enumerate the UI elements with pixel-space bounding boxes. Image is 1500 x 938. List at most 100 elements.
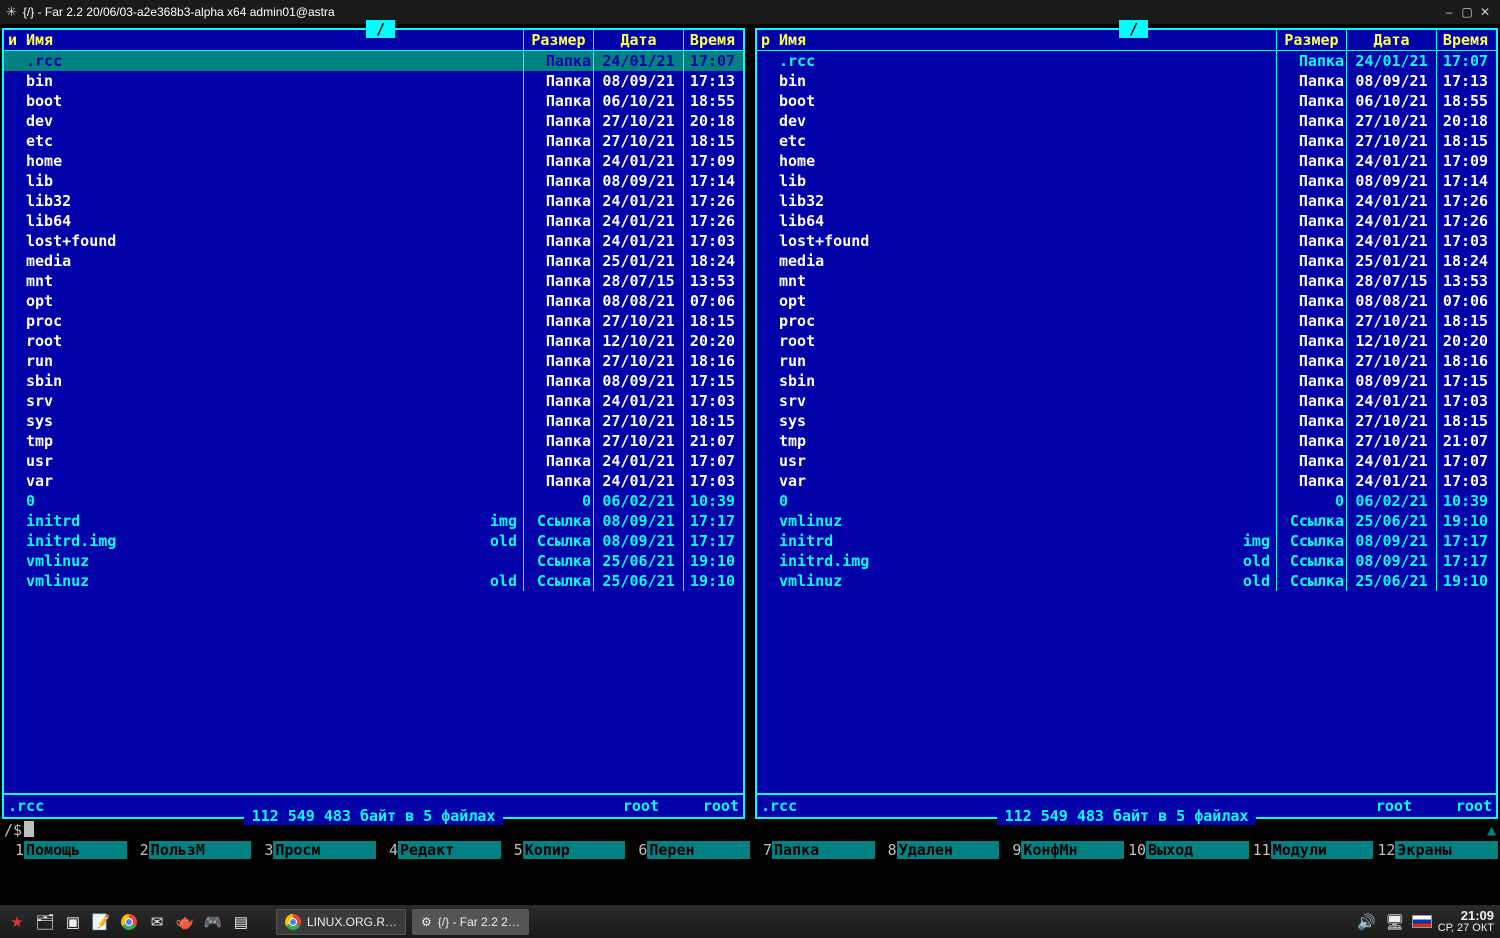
keybar-f3[interactable]: 3Просм bbox=[251, 841, 376, 859]
file-row[interactable]: binПапка08/09/2117:13 bbox=[4, 71, 743, 91]
file-row[interactable]: etcПапка27/10/2118:15 bbox=[4, 131, 743, 151]
file-row[interactable]: lib32Папка24/01/2117:26 bbox=[757, 191, 1496, 211]
keybar-f9[interactable]: 9КонфМн bbox=[999, 841, 1124, 859]
file-row[interactable]: procПапка27/10/2118:15 bbox=[757, 311, 1496, 331]
sort-indicator[interactable]: и bbox=[6, 30, 24, 50]
mail-icon[interactable]: ✉ bbox=[146, 911, 168, 933]
file-row[interactable]: varПапка24/01/2117:03 bbox=[757, 471, 1496, 491]
file-row[interactable]: initrdimgСсылка08/09/2117:17 bbox=[4, 511, 743, 531]
file-row[interactable]: mediaПапка25/01/2118:24 bbox=[757, 251, 1496, 271]
terminal-icon[interactable]: ▣ bbox=[62, 911, 84, 933]
keybar-f11[interactable]: 11Модули bbox=[1249, 841, 1374, 859]
file-row[interactable]: lib64Папка24/01/2117:26 bbox=[4, 211, 743, 231]
file-row[interactable]: srvПапка24/01/2117:03 bbox=[757, 391, 1496, 411]
file-row[interactable]: srvПапка24/01/2117:03 bbox=[4, 391, 743, 411]
close-button[interactable]: ✕ bbox=[1476, 5, 1494, 19]
keybar-f8[interactable]: 8Удален bbox=[875, 841, 1000, 859]
file-row[interactable]: libПапка08/09/2117:14 bbox=[757, 171, 1496, 191]
keybar-f7[interactable]: 7Папка bbox=[750, 841, 875, 859]
file-row[interactable]: procПапка27/10/2118:15 bbox=[4, 311, 743, 331]
right-panel-path[interactable]: / bbox=[1119, 20, 1148, 38]
file-row[interactable]: optПапка08/08/2107:06 bbox=[757, 291, 1496, 311]
file-row[interactable]: bootПапка06/10/2118:55 bbox=[4, 91, 743, 111]
col-name-header[interactable]: Имя bbox=[777, 30, 1276, 50]
taskbar-item-browser[interactable]: LINUX.ORG.R… bbox=[276, 909, 406, 935]
sort-indicator[interactable]: p bbox=[759, 30, 777, 50]
file-row[interactable]: initrd.imgoldСсылка08/09/2117:17 bbox=[757, 551, 1496, 571]
left-panel-path[interactable]: / bbox=[366, 20, 395, 38]
file-row[interactable]: libПапка08/09/2117:14 bbox=[4, 171, 743, 191]
editor-icon[interactable]: 📝 bbox=[90, 911, 112, 933]
file-row[interactable]: sysПапка27/10/2118:15 bbox=[757, 411, 1496, 431]
file-row[interactable]: rootПапка12/10/2120:20 bbox=[4, 331, 743, 351]
keybar-f4[interactable]: 4Редакт bbox=[376, 841, 501, 859]
col-time-header[interactable]: Время bbox=[683, 30, 741, 50]
taskbar-item-far[interactable]: ⚙ {/} - Far 2.2 2… bbox=[412, 909, 529, 935]
keybar-f2[interactable]: 2ПользМ bbox=[127, 841, 252, 859]
file-row[interactable]: usrПапка24/01/2117:07 bbox=[757, 451, 1496, 471]
col-time-header[interactable]: Время bbox=[1436, 30, 1494, 50]
keybar-f1[interactable]: 1Помощь bbox=[2, 841, 127, 859]
file-row[interactable]: sbinПапка08/09/2117:15 bbox=[4, 371, 743, 391]
file-row[interactable]: sysПапка27/10/2118:15 bbox=[4, 411, 743, 431]
file-row[interactable]: initrd.imgoldСсылка08/09/2117:17 bbox=[4, 531, 743, 551]
file-row[interactable]: sbinПапка08/09/2117:15 bbox=[757, 371, 1496, 391]
keybar-f5[interactable]: 5Копир bbox=[501, 841, 626, 859]
keybar-f12[interactable]: 12Экраны bbox=[1373, 841, 1498, 859]
keybar-f10[interactable]: 10Выход bbox=[1124, 841, 1249, 859]
file-row[interactable]: 0006/02/2110:39 bbox=[4, 491, 743, 511]
file-row[interactable]: mntПапка28/07/1513:53 bbox=[4, 271, 743, 291]
file-manager-icon[interactable]: 🗂 bbox=[34, 911, 56, 933]
system-clock[interactable]: 21:09 СР, 27 ОКТ bbox=[1438, 909, 1494, 935]
file-row[interactable]: binПапка08/09/2117:13 bbox=[757, 71, 1496, 91]
file-row[interactable]: lost+foundПапка24/01/2117:03 bbox=[757, 231, 1496, 251]
teapot-icon[interactable]: 🫖 bbox=[174, 911, 196, 933]
col-size-header[interactable]: Размер bbox=[523, 30, 593, 50]
col-size-header[interactable]: Размер bbox=[1276, 30, 1346, 50]
col-date-header[interactable]: Дата bbox=[593, 30, 683, 50]
file-row[interactable]: .rccПапка24/01/2117:07 bbox=[757, 51, 1496, 71]
file-row[interactable]: rootПапка12/10/2120:20 bbox=[757, 331, 1496, 351]
file-row[interactable]: 0006/02/2110:39 bbox=[757, 491, 1496, 511]
file-row[interactable]: lib64Папка24/01/2117:26 bbox=[757, 211, 1496, 231]
volume-icon[interactable]: 🔊 bbox=[1356, 911, 1378, 933]
col-date-header[interactable]: Дата bbox=[1346, 30, 1436, 50]
file-row[interactable]: optПапка08/08/2107:06 bbox=[4, 291, 743, 311]
file-row[interactable]: etcПапка27/10/2118:15 bbox=[757, 131, 1496, 151]
dosbox-icon[interactable]: 🎮 bbox=[202, 911, 224, 933]
file-row[interactable]: tmpПапка27/10/2121:07 bbox=[757, 431, 1496, 451]
file-row[interactable]: lib32Папка24/01/2117:26 bbox=[4, 191, 743, 211]
file-row[interactable]: vmlinuzoldСсылка25/06/2119:10 bbox=[757, 571, 1496, 591]
file-row[interactable]: vmlinuzoldСсылка25/06/2119:10 bbox=[4, 571, 743, 591]
file-row[interactable]: mntПапка28/07/1513:53 bbox=[757, 271, 1496, 291]
maximize-button[interactable]: ▢ bbox=[1458, 5, 1476, 19]
file-row[interactable]: runПапка27/10/2118:16 bbox=[4, 351, 743, 371]
left-panel[interactable]: / и Имя Размер Дата Время .rccПапка24/01… bbox=[2, 28, 745, 819]
file-row[interactable]: initrdimgСсылка08/09/2117:17 bbox=[757, 531, 1496, 551]
file-row[interactable]: homeПапка24/01/2117:09 bbox=[4, 151, 743, 171]
file-row[interactable]: bootПапка06/10/2118:55 bbox=[757, 91, 1496, 111]
file-row[interactable]: varПапка24/01/2117:03 bbox=[4, 471, 743, 491]
file-row[interactable]: devПапка27/10/2120:18 bbox=[4, 111, 743, 131]
file-row[interactable]: mediaПапка25/01/2118:24 bbox=[4, 251, 743, 271]
chrome-icon[interactable] bbox=[118, 911, 140, 933]
minimize-button[interactable]: – bbox=[1440, 5, 1458, 19]
file-row[interactable]: .rccПапка24/01/2117:07 bbox=[4, 51, 743, 71]
file-row[interactable]: homeПапка24/01/2117:09 bbox=[757, 151, 1496, 171]
file-row[interactable]: vmlinuzСсылка25/06/2119:10 bbox=[4, 551, 743, 571]
file-row[interactable]: vmlinuzСсылка25/06/2119:10 bbox=[757, 511, 1496, 531]
file-row[interactable]: devПапка27/10/2120:18 bbox=[757, 111, 1496, 131]
file-row[interactable]: runПапка27/10/2118:16 bbox=[757, 351, 1496, 371]
file-row[interactable]: tmpПапка27/10/2121:07 bbox=[4, 431, 743, 451]
file-row[interactable]: lost+foundПапка24/01/2117:03 bbox=[4, 231, 743, 251]
keyboard-layout-flag[interactable] bbox=[1412, 915, 1432, 928]
right-panel[interactable]: / p Имя Размер Дата Время .rccПапка24/01… bbox=[755, 28, 1498, 819]
network-icon[interactable]: 🖥 bbox=[1384, 911, 1406, 933]
monitor-icon[interactable]: ▤ bbox=[230, 911, 252, 933]
command-line[interactable]: /$ ▲ bbox=[0, 819, 1500, 841]
keybar-f6[interactable]: 6Перен bbox=[625, 841, 750, 859]
start-menu-icon[interactable]: ★ bbox=[6, 911, 28, 933]
file-row[interactable]: usrПапка24/01/2117:07 bbox=[4, 451, 743, 471]
col-name-header[interactable]: Имя bbox=[24, 30, 523, 50]
right-file-list[interactable]: .rccПапка24/01/2117:07binПапка08/09/2117… bbox=[757, 51, 1496, 793]
